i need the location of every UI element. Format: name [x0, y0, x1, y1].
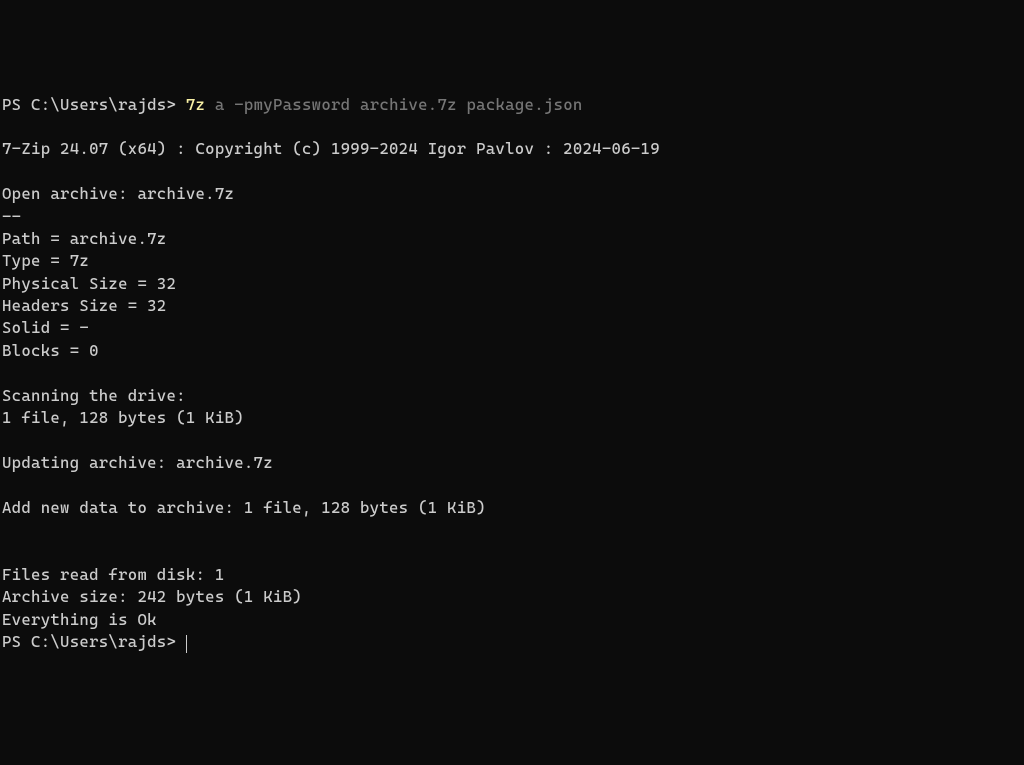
scanning-line: Scanning the drive:: [2, 386, 186, 405]
add-data-line: Add new data to archive: 1 file, 128 byt…: [2, 498, 486, 517]
blocks-line: Blocks = 0: [2, 341, 99, 360]
cmd-password-flag: -pmyPassword: [234, 95, 350, 114]
updating-archive-line: Updating archive: archive.7z: [2, 453, 273, 472]
separator-line: --: [2, 207, 21, 226]
archive-size-line: Archive size: 242 bytes (1 KiB): [2, 587, 302, 606]
cursor-icon: [186, 635, 187, 653]
headers-size-line: Headers Size = 32: [2, 296, 166, 315]
path-line: Path = archive.7z: [2, 229, 166, 248]
cmd-source-file: package.json: [466, 95, 582, 114]
cmd-exe: 7z: [186, 95, 205, 114]
type-line: Type = 7z: [2, 251, 89, 270]
cmd-add: a: [215, 95, 225, 114]
solid-line: Solid = -: [2, 318, 89, 337]
ps-prompt: PS C:\Users\rajds>: [2, 95, 186, 114]
command-line-1: PS C:\Users\rajds> 7z a -pmyPassword arc…: [2, 95, 583, 114]
terminal-output[interactable]: PS C:\Users\rajds> 7z a -pmyPassword arc…: [2, 94, 1022, 654]
scan-result-line: 1 file, 128 bytes (1 KiB): [2, 408, 244, 427]
files-read-line: Files read from disk: 1: [2, 565, 225, 584]
version-line: 7-Zip 24.07 (x64) : Copyright (c) 1999-2…: [2, 139, 660, 158]
cmd-archive-name: archive.7z: [360, 95, 457, 114]
command-line-2: PS C:\Users\rajds>: [2, 632, 187, 651]
open-archive-line: Open archive: archive.7z: [2, 184, 234, 203]
status-ok-line: Everything is Ok: [2, 610, 157, 629]
physical-size-line: Physical Size = 32: [2, 274, 176, 293]
ps-prompt: PS C:\Users\rajds>: [2, 632, 186, 651]
